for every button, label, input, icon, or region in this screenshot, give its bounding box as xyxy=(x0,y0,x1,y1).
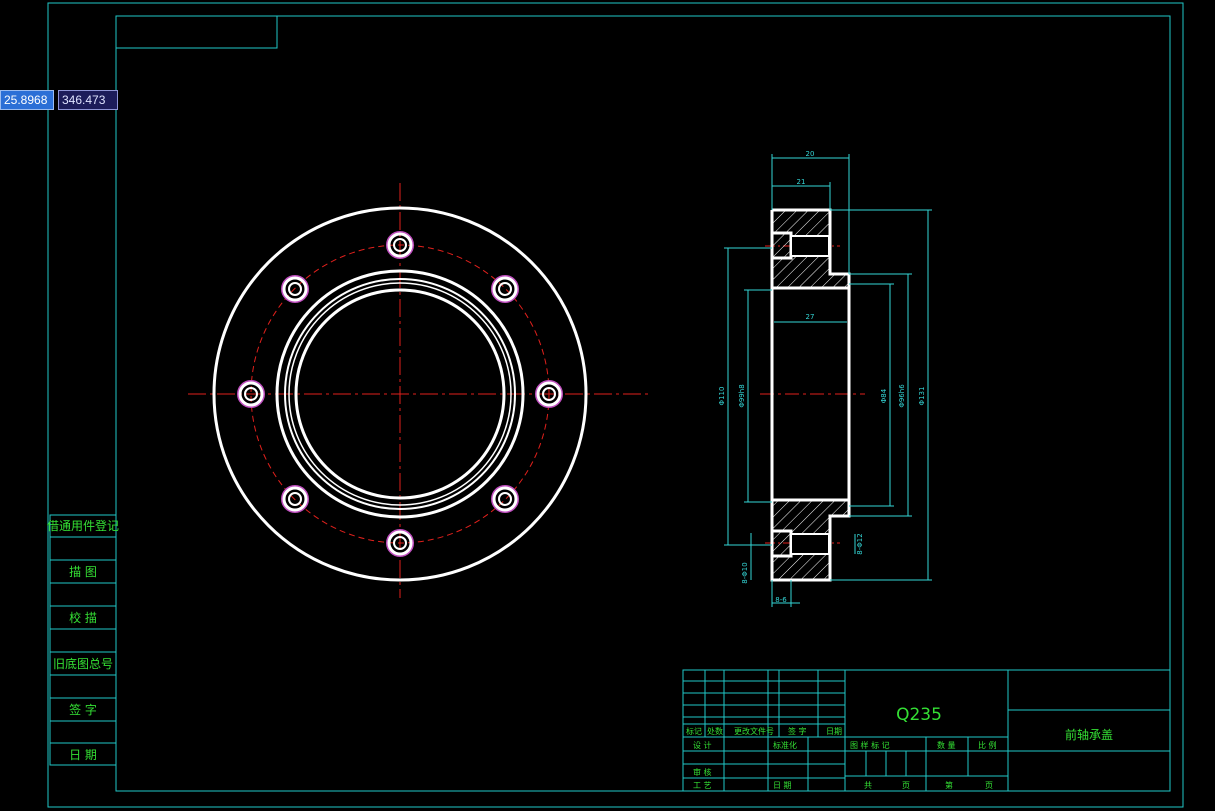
tb-process: 工 艺 xyxy=(693,781,712,790)
dim-od-right-mid: Φ96h6 xyxy=(898,384,906,408)
coordinate-y-input[interactable]: 346.473 xyxy=(58,90,118,110)
tb-page-unit: 页 xyxy=(985,781,993,790)
material-label: Q235 xyxy=(896,705,942,725)
tb-drawing-mark: 图 样 标 记 xyxy=(850,740,890,750)
dim-hole-depth: 8-Φ12 xyxy=(856,533,864,554)
tb-rev-date: 日期 xyxy=(826,727,842,736)
tb-page-no: 第 xyxy=(945,780,953,790)
dim-bore: Φ84 xyxy=(880,388,888,403)
side-row-old-number: 旧底图总号 xyxy=(53,656,113,671)
counterbore-top xyxy=(790,235,830,257)
side-row-check-tracing: 校 描 xyxy=(69,610,97,625)
bolt-hole xyxy=(491,485,519,513)
bolt-hole xyxy=(281,275,309,303)
front-view[interactable] xyxy=(188,183,648,598)
tb-rev-count: 处数 xyxy=(707,726,723,736)
cad-drawing-canvas[interactable]: 借通用件登记 描 图 校 描 旧底图总号 签 字 日 期 20 21 27 Φ1… xyxy=(0,0,1215,811)
tb-total: 共 xyxy=(864,781,872,790)
tb-weight: 数 量 xyxy=(937,740,956,750)
side-row-tracing: 描 图 xyxy=(69,565,97,579)
drawing-frame xyxy=(47,2,1184,808)
dim-hole-bottom: 8-6 xyxy=(775,596,787,604)
tb-standardization: 标准化 xyxy=(773,740,797,750)
tb-check: 审 核 xyxy=(693,767,712,777)
dim-bore-depth: 27 xyxy=(806,313,815,321)
tb-rev-mark: 标记 xyxy=(686,726,702,736)
dim-hole-diameter: 8-Φ10 xyxy=(741,562,749,583)
bolt-hole xyxy=(491,275,519,303)
dim-top-step: 21 xyxy=(797,178,806,186)
part-name: 前轴承盖 xyxy=(1065,727,1113,742)
counterbore-bottom xyxy=(790,533,830,555)
tb-scale: 比 例 xyxy=(978,740,997,750)
side-row-signature: 签 字 xyxy=(69,702,97,717)
tb-sheet: 页 xyxy=(902,781,910,790)
dim-od-large: Φ110 xyxy=(718,387,726,406)
side-registration-table xyxy=(49,514,117,766)
dim-od-outer: Φ131 xyxy=(918,387,926,406)
bolt-hole xyxy=(281,485,309,513)
side-row-register: 借通用件登记 xyxy=(47,518,119,533)
tb-rev-doc: 更改文件号 xyxy=(734,726,774,736)
tb-rev-sign: 签 字 xyxy=(788,726,807,736)
dim-od-left-inner: Φ99h8 xyxy=(738,384,746,407)
dim-top-width: 20 xyxy=(806,150,815,158)
tb-date: 日 期 xyxy=(773,781,792,790)
section-hatch xyxy=(772,210,849,580)
section-view[interactable]: 20 21 27 Φ110 Φ99h8 Φ84 Φ96h6 Φ131 8-Φ10… xyxy=(718,150,932,607)
side-row-date: 日 期 xyxy=(69,748,97,762)
tb-design: 设 计 xyxy=(693,740,712,750)
coordinate-x-input[interactable]: 25.8968 xyxy=(0,90,54,110)
